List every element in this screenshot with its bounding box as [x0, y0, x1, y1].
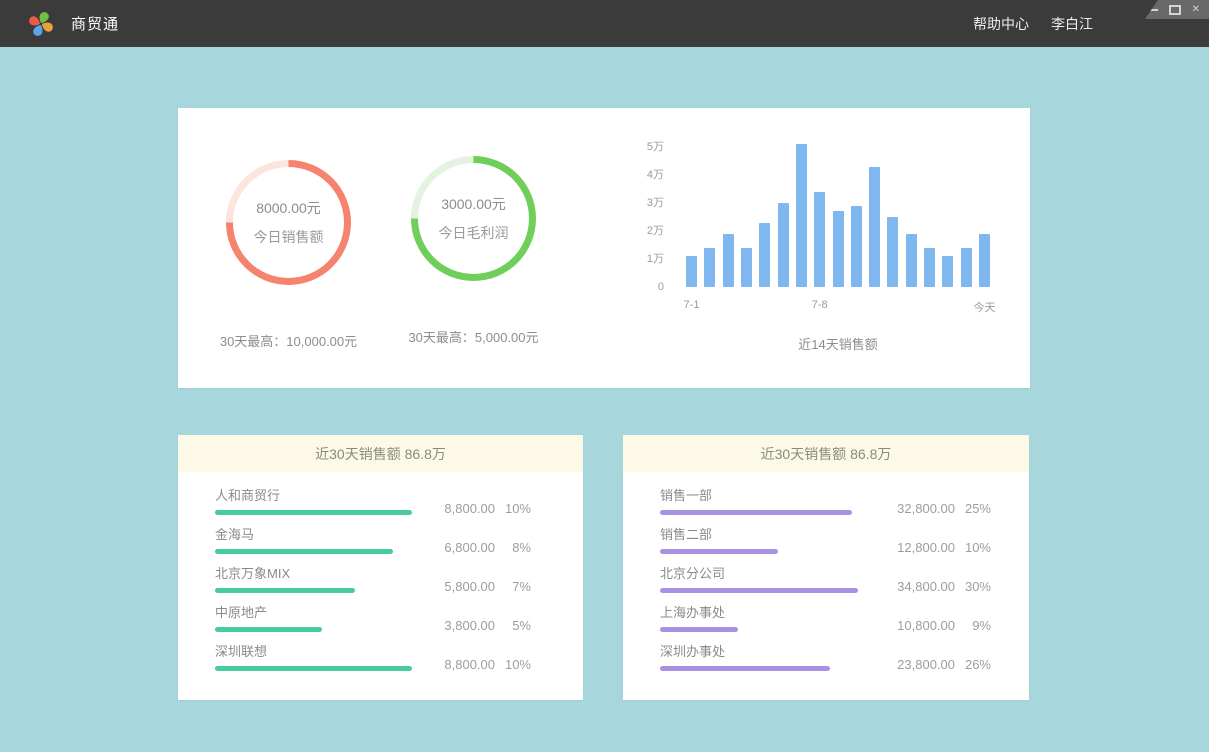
y-axis-tick: 2万 — [628, 224, 664, 238]
rank-value: 12,800.00 — [873, 540, 955, 555]
rank-row: 销售二部12,800.0010% — [660, 527, 991, 566]
donut-today-profit: 3000.00元 今日毛利润 30天最高：5,000.00元 — [381, 156, 566, 346]
maximize-button[interactable] — [1169, 0, 1181, 19]
rank-percent: 10% — [495, 657, 531, 672]
overview-card: 8000.00元 今日销售额 30天最高：10,000.00元 3000.00元… — [178, 108, 1030, 388]
rank-row: 销售一部32,800.0025% — [660, 488, 991, 527]
bar-chart-bar — [814, 192, 825, 287]
donut-footer: 30天最高：5,000.00元 — [381, 327, 566, 346]
rank-value: 32,800.00 — [873, 501, 955, 516]
rank-bar — [215, 666, 412, 671]
title-bar: 商贸通 帮助中心 李白江 ✕ — [0, 0, 1209, 47]
rank-row: 上海办事处10,800.009% — [660, 605, 991, 644]
rank-list: 人和商贸行8,800.0010%金海马6,800.008%北京万象MIX5,80… — [178, 472, 583, 683]
rank-value: 6,800.00 — [413, 540, 495, 555]
sales-bar-chart: 0 1万 2万 3万 4万 5万 7-1 7-8 今天 近14天销售额 — [628, 120, 1008, 370]
bar-chart-bar — [869, 167, 880, 287]
y-axis-tick: 1万 — [628, 252, 664, 266]
rank-percent: 10% — [495, 501, 531, 516]
rank-row: 深圳办事处23,800.0026% — [660, 644, 991, 683]
rank-row: 人和商贸行8,800.0010% — [215, 488, 531, 527]
rank-bar — [215, 549, 393, 554]
donut-label: 今日销售额 — [254, 227, 324, 247]
donut-ring: 3000.00元 今日毛利润 — [411, 156, 536, 281]
donut-label: 今日毛利润 — [439, 223, 509, 243]
rank-percent: 25% — [955, 501, 991, 516]
rank-percent: 9% — [955, 618, 991, 633]
close-button[interactable]: ✕ — [1192, 0, 1200, 19]
rank-value: 34,800.00 — [873, 579, 955, 594]
rank-bar — [660, 666, 830, 671]
y-axis-tick: 4万 — [628, 168, 664, 182]
user-menu[interactable]: 李白江 — [1051, 14, 1093, 34]
y-axis-tick: 3万 — [628, 196, 664, 210]
rank-bar — [660, 549, 778, 554]
customer-rank-card: 近30天销售额 86.8万 人和商贸行8,800.0010%金海马6,800.0… — [178, 435, 583, 700]
rank-percent: 10% — [955, 540, 991, 555]
bar-chart-bar — [686, 256, 697, 287]
rank-value: 8,800.00 — [413, 501, 495, 516]
x-axis: 7-17-8今天 — [686, 299, 990, 313]
bar-chart-bar — [887, 217, 898, 287]
minimize-button[interactable] — [1149, 0, 1158, 19]
donut-ring: 8000.00元 今日销售额 — [226, 160, 351, 285]
rank-bar — [660, 588, 858, 593]
y-axis-tick: 5万 — [628, 140, 664, 154]
bar-chart-bar — [924, 248, 935, 287]
rank-value: 3,800.00 — [413, 618, 495, 633]
rank-row: 北京万象MIX5,800.007% — [215, 566, 531, 605]
rank-list: 销售一部32,800.0025%销售二部12,800.0010%北京分公司34,… — [623, 472, 1029, 683]
bar-series — [686, 137, 990, 287]
bar-chart-bar — [723, 234, 734, 287]
bar-chart-bar — [833, 211, 844, 287]
rank-bar — [215, 627, 322, 632]
app-title: 商贸通 — [71, 13, 119, 34]
rank-value: 8,800.00 — [413, 657, 495, 672]
window-controls: ✕ — [1145, 0, 1209, 19]
bar-chart-bar — [942, 256, 953, 287]
bar-chart-bar — [906, 234, 917, 287]
donut-today-sales: 8000.00元 今日销售额 30天最高：10,000.00元 — [196, 160, 381, 350]
rank-row: 中原地产3,800.005% — [215, 605, 531, 644]
rank-value: 5,800.00 — [413, 579, 495, 594]
card-header-title: 近30天销售额 86.8万 — [178, 435, 583, 472]
brand: 商贸通 — [26, 0, 119, 47]
donut-footer: 30天最高：10,000.00元 — [196, 331, 381, 350]
app-logo-icon — [26, 9, 56, 39]
bar-chart-bar — [796, 144, 807, 287]
x-axis-label: 今天 — [974, 299, 996, 315]
rank-percent: 5% — [495, 618, 531, 633]
donut-value: 8000.00元 — [256, 198, 321, 218]
x-axis-label: 7-1 — [684, 299, 700, 311]
rank-bar — [215, 510, 412, 515]
help-center-link[interactable]: 帮助中心 — [973, 14, 1029, 34]
bar-chart-bar — [851, 206, 862, 287]
bar-chart-bar — [759, 223, 770, 287]
rank-percent: 8% — [495, 540, 531, 555]
rank-bar — [215, 588, 355, 593]
bar-chart-bar — [961, 248, 972, 287]
rank-percent: 7% — [495, 579, 531, 594]
rank-percent: 26% — [955, 657, 991, 672]
rank-bar — [660, 510, 852, 515]
rank-row: 深圳联想8,800.0010% — [215, 644, 531, 683]
y-axis-tick: 0 — [628, 280, 664, 294]
rank-value: 23,800.00 — [873, 657, 955, 672]
department-rank-card: 近30天销售额 86.8万 销售一部32,800.0025%销售二部12,800… — [623, 435, 1029, 700]
donut-value: 3000.00元 — [441, 194, 506, 214]
bar-chart-bar — [741, 248, 752, 287]
rank-value: 10,800.00 — [873, 618, 955, 633]
chart-title: 近14天销售额 — [686, 334, 990, 353]
rank-row: 北京分公司34,800.0030% — [660, 566, 991, 605]
bar-chart-bar — [704, 248, 715, 287]
rank-percent: 30% — [955, 579, 991, 594]
rank-row: 金海马6,800.008% — [215, 527, 531, 566]
card-header-title: 近30天销售额 86.8万 — [623, 435, 1029, 472]
rank-bar — [660, 627, 738, 632]
x-axis-label: 7-8 — [812, 299, 828, 311]
bar-chart-bar — [979, 234, 990, 287]
bar-chart-bar — [778, 203, 789, 287]
